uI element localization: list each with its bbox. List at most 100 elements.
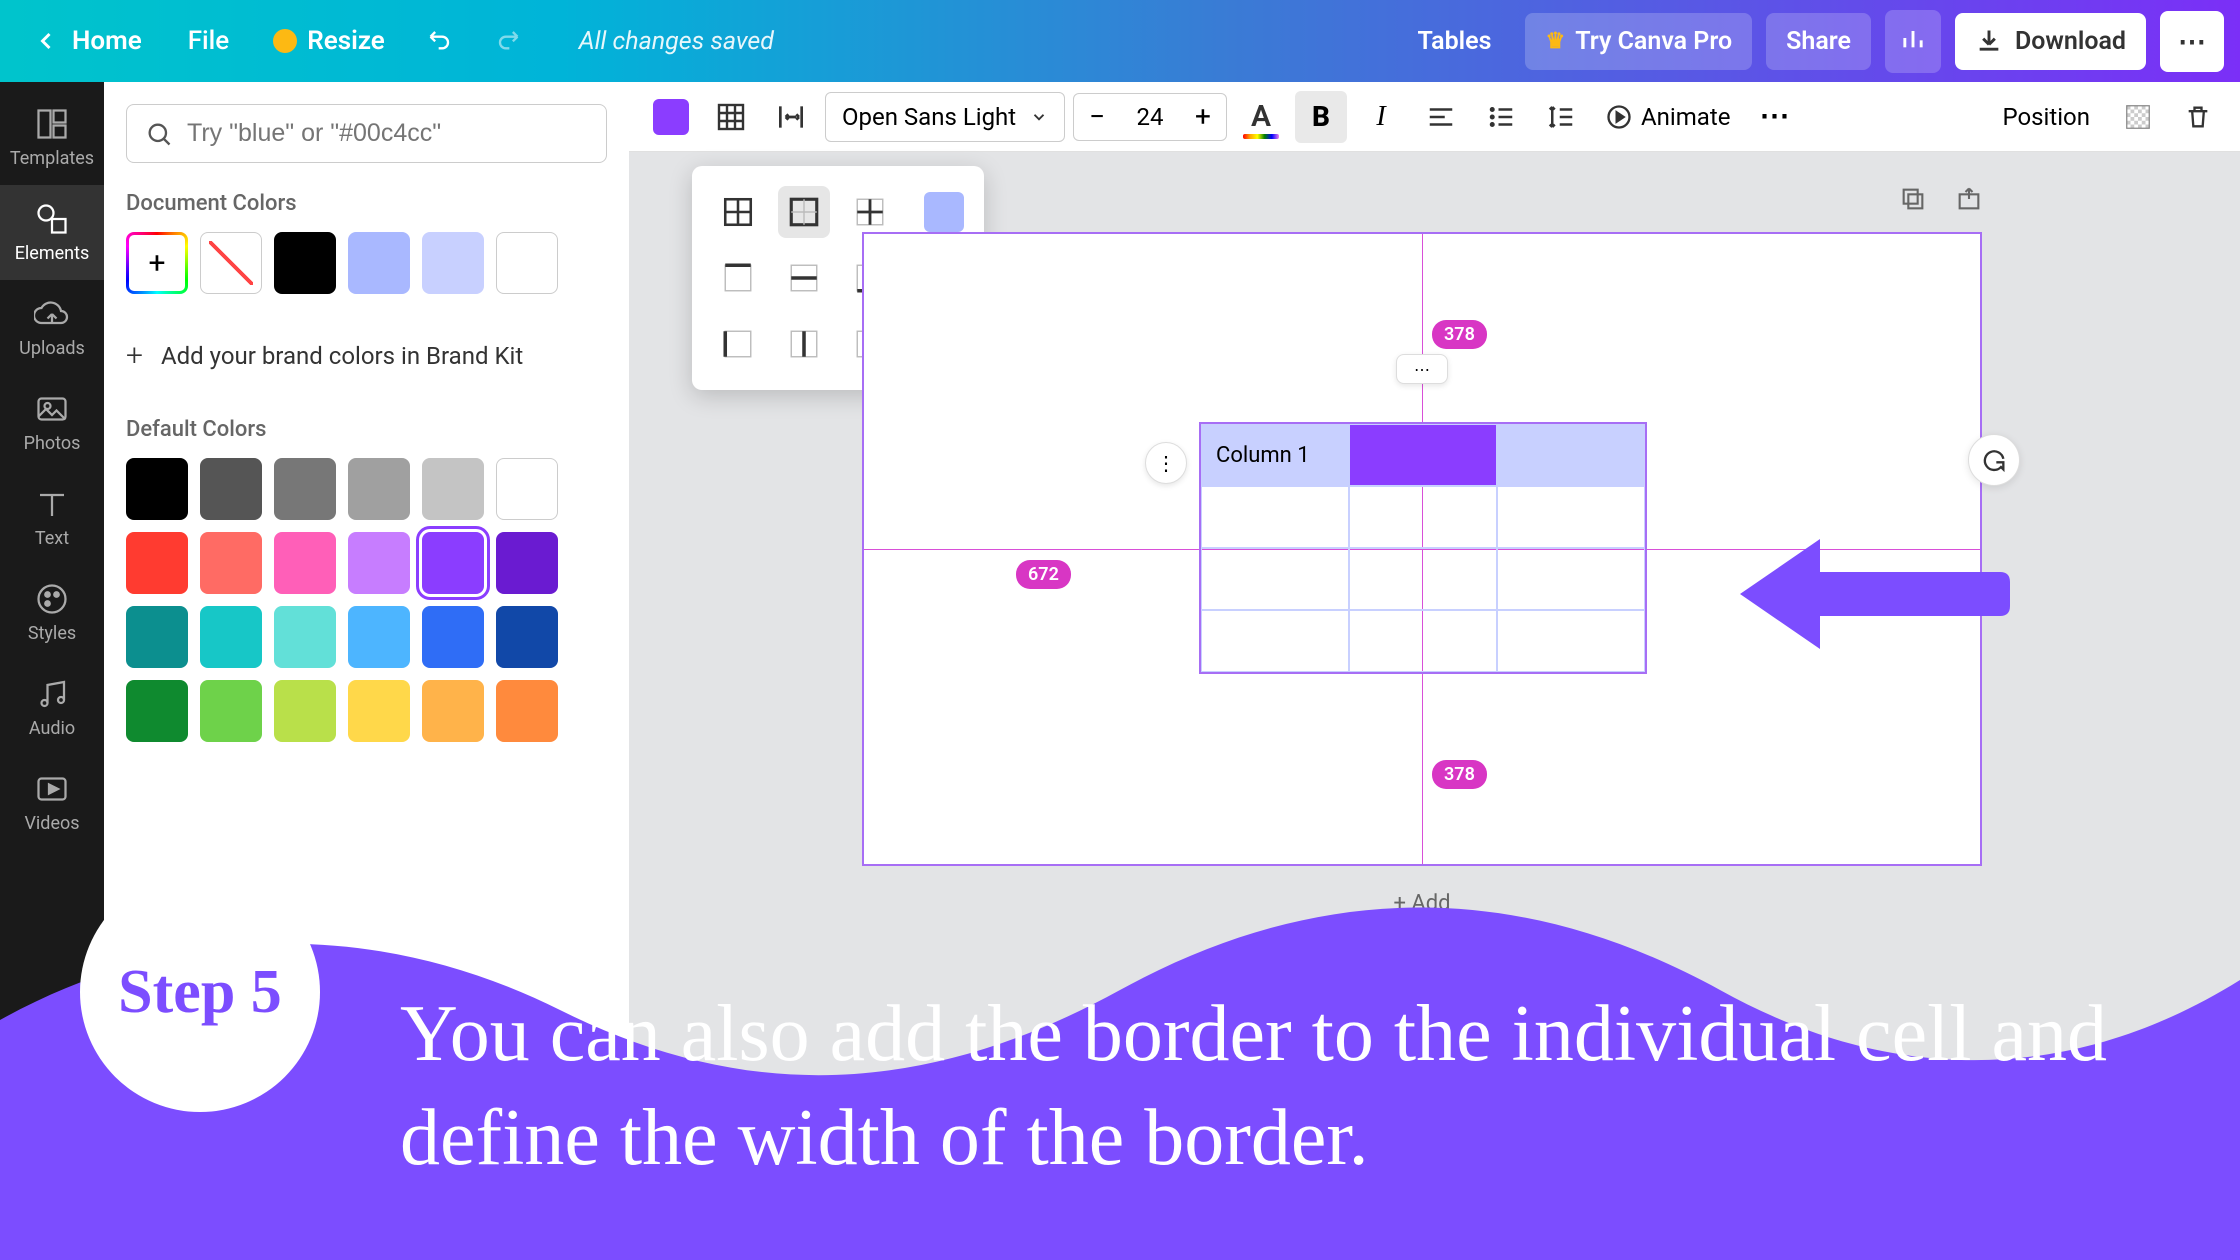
share-button[interactable]: Share [1766, 13, 1871, 70]
sidebar-videos[interactable]: Videos [0, 755, 104, 850]
transparency-button[interactable] [2112, 91, 2164, 143]
color-swatch[interactable] [496, 680, 558, 742]
cell-spacing-button[interactable] [765, 91, 817, 143]
color-search-input[interactable] [187, 119, 588, 148]
color-swatch[interactable] [126, 458, 188, 520]
color-swatch[interactable] [126, 606, 188, 668]
table-cell[interactable] [1201, 548, 1349, 610]
color-swatch[interactable] [274, 606, 336, 668]
sidebar-uploads[interactable]: Uploads [0, 280, 104, 375]
position-button[interactable]: Position [1988, 93, 2104, 141]
table-element[interactable]: ⋮ Column 1 [1199, 422, 1647, 674]
color-swatch[interactable] [496, 458, 558, 520]
color-swatch[interactable] [274, 680, 336, 742]
table-cell[interactable] [1349, 610, 1497, 672]
download-button[interactable]: Download [1955, 13, 2146, 70]
element-context-menu-button[interactable]: ⋯ [1396, 354, 1448, 384]
table-header-cell-selected[interactable] [1349, 424, 1497, 486]
sidebar-photos[interactable]: Photos [0, 375, 104, 470]
sidebar-text[interactable]: Text [0, 470, 104, 565]
table-cell[interactable] [1497, 486, 1645, 548]
table-cell[interactable] [1497, 548, 1645, 610]
more-toolbar-button[interactable]: ⋯ [1748, 91, 1800, 143]
tables-button[interactable]: Tables [1398, 13, 1512, 70]
italic-button[interactable]: I [1355, 91, 1407, 143]
color-swatch[interactable] [422, 606, 484, 668]
border-horizontal-button[interactable] [778, 252, 830, 304]
font-family-select[interactable]: Open Sans Light [825, 92, 1065, 142]
sidebar-audio[interactable]: Audio [0, 660, 104, 755]
border-all-button[interactable] [712, 186, 764, 238]
color-swatch[interactable] [126, 680, 188, 742]
color-swatch[interactable] [422, 532, 484, 594]
color-swatch[interactable] [496, 232, 558, 294]
color-swatch[interactable] [422, 458, 484, 520]
table-cell[interactable] [1497, 610, 1645, 672]
color-swatch[interactable] [348, 606, 410, 668]
text-color-button[interactable]: A [1235, 91, 1287, 143]
share-page-button[interactable] [1948, 178, 1990, 220]
table-cell[interactable] [1349, 486, 1497, 548]
add-document-color[interactable]: + [126, 232, 188, 294]
list-button[interactable] [1475, 91, 1527, 143]
color-swatch[interactable] [274, 532, 336, 594]
table-cell[interactable] [1349, 548, 1497, 610]
font-size-value[interactable]: 24 [1120, 103, 1180, 131]
sidebar-elements[interactable]: Elements [0, 185, 104, 280]
table-row-menu-button[interactable]: ⋮ [1145, 442, 1187, 484]
color-swatch[interactable] [200, 606, 262, 668]
color-swatch[interactable] [200, 532, 262, 594]
duplicate-page-button[interactable] [1892, 178, 1934, 220]
insights-button[interactable] [1885, 10, 1941, 73]
border-color-swatch[interactable] [924, 192, 964, 232]
redo-button[interactable] [483, 15, 531, 67]
add-page-button[interactable]: + Add [1393, 891, 1450, 916]
color-swatch[interactable] [496, 606, 558, 668]
color-swatch[interactable] [200, 680, 262, 742]
refresh-element-button[interactable] [1968, 434, 2020, 486]
font-size-increase[interactable]: + [1180, 94, 1226, 140]
color-search[interactable] [126, 104, 607, 163]
home-button[interactable]: Home [16, 16, 158, 66]
table-cell[interactable] [1201, 486, 1349, 548]
color-swatch[interactable] [496, 532, 558, 594]
border-inner-button[interactable] [844, 186, 896, 238]
border-vertical-button[interactable] [778, 318, 830, 370]
align-button[interactable] [1415, 91, 1467, 143]
color-swatch[interactable] [274, 232, 336, 294]
bold-button[interactable]: B [1295, 91, 1347, 143]
canvas-area[interactable]: 378 672 378 ⋯ ⋮ Column 1 [629, 152, 2218, 1260]
border-left-button[interactable] [712, 318, 764, 370]
border-outer-button[interactable] [778, 186, 830, 238]
more-dots-icon: ⋯ [1759, 99, 1789, 134]
table-header-cell[interactable]: Column 1 [1201, 424, 1349, 486]
undo-button[interactable] [417, 15, 465, 67]
color-swatch[interactable] [126, 532, 188, 594]
border-style-button[interactable] [705, 91, 757, 143]
color-swatch[interactable] [422, 232, 484, 294]
no-color-swatch[interactable] [200, 232, 262, 294]
table-cell[interactable] [1201, 610, 1349, 672]
spacing-button[interactable] [1535, 91, 1587, 143]
color-swatch[interactable] [200, 458, 262, 520]
resize-button[interactable]: Resize [259, 16, 399, 66]
table-header-cell[interactable] [1497, 424, 1645, 486]
sidebar-styles[interactable]: Styles [0, 565, 104, 660]
more-menu-button[interactable]: ⋯ [2160, 11, 2224, 72]
color-swatch[interactable] [348, 458, 410, 520]
color-swatch[interactable] [348, 680, 410, 742]
brand-kit-link[interactable]: + Add your brand colors in Brand Kit [126, 324, 607, 387]
font-size-decrease[interactable]: − [1074, 94, 1120, 140]
color-swatch[interactable] [348, 232, 410, 294]
delete-button[interactable] [2172, 91, 2224, 143]
canvas-page[interactable]: 378 672 378 ⋯ ⋮ Column 1 [864, 234, 1980, 864]
border-top-button[interactable] [712, 252, 764, 304]
color-swatch[interactable] [348, 532, 410, 594]
file-menu[interactable]: File [176, 16, 242, 66]
sidebar-templates[interactable]: Templates [0, 90, 104, 185]
animate-button[interactable]: Animate [1595, 91, 1740, 143]
try-canva-pro-button[interactable]: ♛ Try Canva Pro [1525, 13, 1752, 70]
color-swatch[interactable] [274, 458, 336, 520]
fill-color-button[interactable] [653, 99, 689, 135]
color-swatch[interactable] [422, 680, 484, 742]
